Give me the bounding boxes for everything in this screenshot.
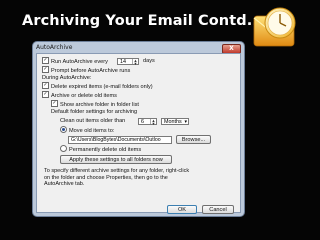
clean-value: 6 [141, 119, 144, 125]
run-every-days-spinner[interactable]: 14 ▲ ▼ [117, 58, 139, 66]
permanent-row: Permanently delete old items [60, 145, 142, 154]
prompt-label: Prompt before AutoArchive runs [51, 67, 131, 74]
move-label: Move old items to: [69, 127, 115, 134]
spinner-arrows-icon[interactable]: ▲ ▼ [150, 119, 156, 126]
move-row: Move old items to: [60, 126, 115, 135]
prompt-checkbox[interactable]: ✓ [42, 66, 49, 73]
move-radio[interactable] [60, 126, 67, 133]
default-settings-label: Default folder settings for archiving [51, 109, 138, 115]
autoarchive-dialog: AutoArchive X ✓ Run AutoArchive every 14 ▲… [32, 41, 245, 217]
apply-all-folders-button[interactable]: Apply these settings to all folders now [60, 155, 172, 164]
during-label: During AutoArchive: [42, 75, 92, 81]
run-every-label: Run AutoArchive every [51, 58, 108, 65]
slide-title: Archiving Your Email Contd.. [22, 13, 258, 29]
run-every-row: ✓ Run AutoArchive every [42, 57, 108, 66]
run-every-unit: days [143, 58, 155, 64]
run-every-checkbox[interactable]: ✓ [42, 57, 49, 64]
delete-expired-checkbox[interactable]: ✓ [42, 82, 49, 89]
delete-expired-label: Delete expired items (e-mail folders onl… [51, 83, 153, 90]
spinner-arrows-icon[interactable]: ▲ ▼ [132, 59, 138, 66]
clean-value-spinner[interactable]: 6 ▲ ▼ [138, 118, 157, 126]
clean-label: Clean out items older than [60, 118, 126, 124]
clean-unit-select[interactable]: Months ▾ [161, 118, 189, 125]
browse-button[interactable]: Browse... [176, 135, 211, 144]
dialog-body: ✓ Run AutoArchive every 14 ▲ ▼ days ✓ Prompt… [36, 53, 241, 214]
run-every-value: 14 [120, 59, 126, 65]
show-folder-label: Show archive folder in folder list [60, 101, 139, 108]
archive-delete-checkbox[interactable]: ✓ [42, 91, 49, 98]
dialog-title: AutoArchive [36, 44, 73, 51]
archive-delete-label: Archive or delete old items [51, 92, 117, 99]
ok-button[interactable]: OK [167, 205, 197, 214]
prompt-row: ✓ Prompt before AutoArchive runs [42, 66, 131, 75]
archive-path-field[interactable]: G:\Users\BlogBytes\Documents\Outloo [68, 136, 172, 144]
cancel-button[interactable]: Cancel [202, 205, 234, 214]
show-folder-row: ✓ Show archive folder in folder list [51, 100, 139, 109]
show-folder-checkbox[interactable]: ✓ [51, 100, 58, 107]
outlook-logo-icon [253, 7, 296, 47]
chevron-down-icon: ▾ [184, 119, 187, 125]
delete-expired-row: ✓ Delete expired items (e-mail folders on… [42, 82, 153, 91]
archive-delete-row: ✓ Archive or delete old items [42, 91, 117, 100]
help-text: To specify different archive settings fo… [44, 168, 190, 188]
clean-unit-value: Months [164, 119, 182, 125]
permanent-radio[interactable] [60, 145, 67, 152]
permanent-label: Permanently delete old items [69, 146, 142, 153]
